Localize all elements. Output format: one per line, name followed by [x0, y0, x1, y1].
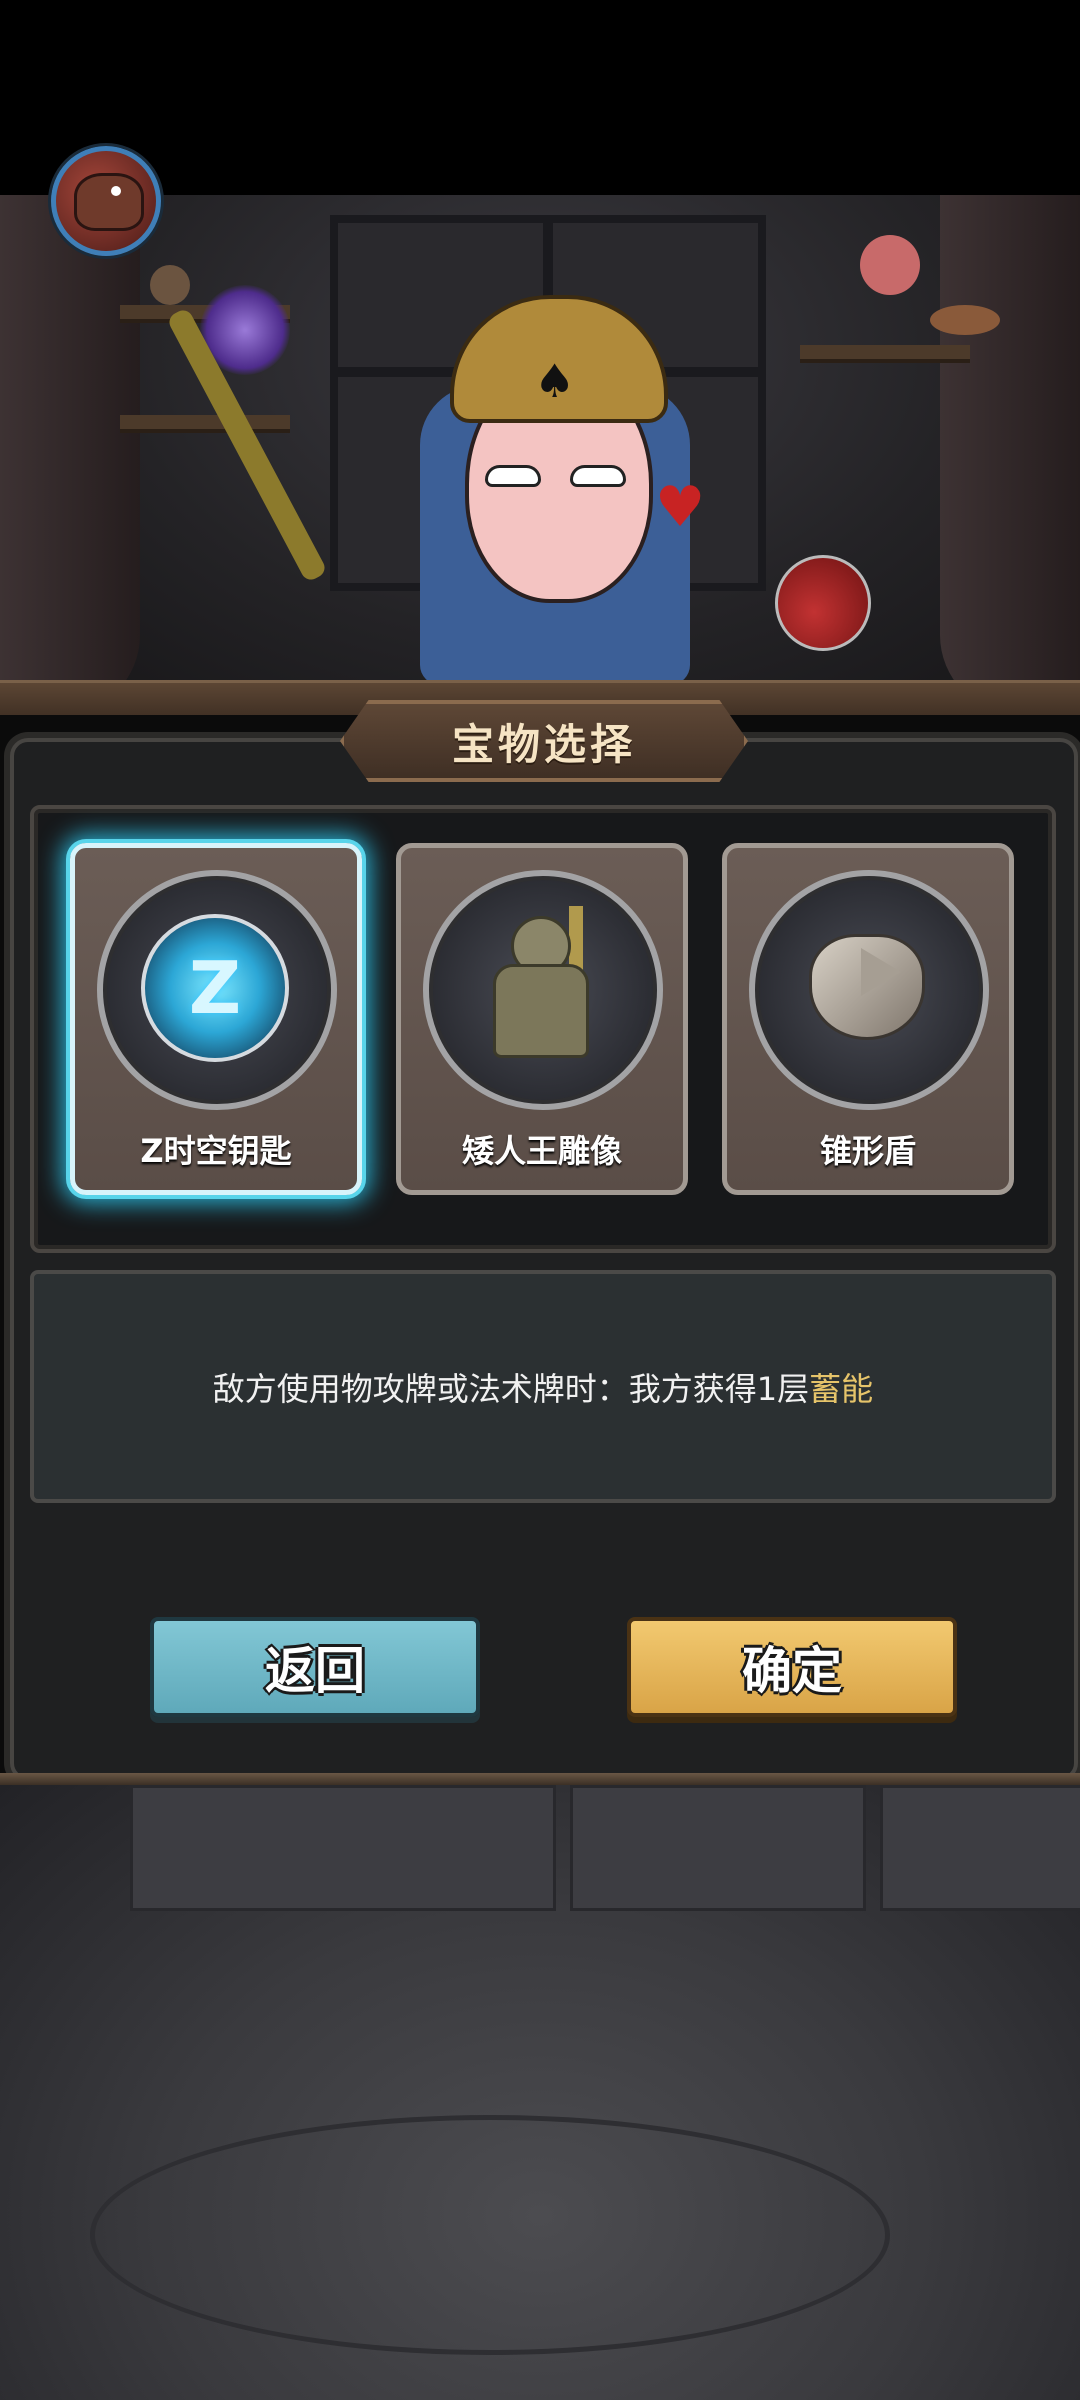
top-black-bar: [0, 0, 1080, 195]
time-key-icon: [141, 914, 289, 1062]
floor-circle-mark: [90, 2115, 890, 2355]
treasure-icon-circle: [423, 870, 663, 1110]
confirm-button[interactable]: 确定: [627, 1617, 957, 1717]
treasure-name: 锥形盾: [819, 1132, 916, 1170]
treasure-card-cone-shield[interactable]: 锥形盾: [722, 843, 1014, 1195]
treasure-name: 矮人王雕像: [461, 1132, 622, 1170]
hanging-drumstick-icon: [930, 305, 1000, 335]
heart-icon: ♥: [655, 475, 706, 540]
wall-block: [880, 1785, 1080, 1911]
confirm-button-label: 确定: [742, 1642, 842, 1700]
left-shelf-lower: [120, 415, 290, 433]
hanging-meat-icon: [860, 235, 920, 295]
panel-bottom-border: [0, 1773, 1080, 1785]
treasure-description: 敌方使用物攻牌或法术牌时：我方获得1层蓄能: [213, 1364, 873, 1410]
wall-block: [130, 1785, 556, 1911]
treasure-card-time-key[interactable]: Z时空钥匙: [70, 843, 362, 1195]
shopkeeper-right-eye: [570, 465, 626, 487]
right-curtain: [940, 195, 1080, 715]
shelf-jar: [150, 265, 190, 305]
back-button[interactable]: 返回: [150, 1617, 480, 1717]
treasure-name: Z时空钥匙: [140, 1132, 292, 1170]
left-curtain: [0, 195, 140, 715]
description-text: 敌方使用物攻牌或法术牌时：我方获得1层: [212, 1369, 810, 1408]
panel-title: 宝物选择: [451, 719, 636, 769]
player-avatar[interactable]: [51, 146, 161, 256]
shopkeeper-crown-icon: [450, 295, 668, 423]
treasure-description-box: 敌方使用物攻牌或法术牌时：我方获得1层蓄能: [30, 1270, 1056, 1503]
back-button-label: 返回: [265, 1642, 365, 1700]
treasure-card-dwarf-statue[interactable]: 矮人王雕像: [396, 843, 688, 1195]
wall-block: [570, 1785, 866, 1911]
potion-flask-icon: [775, 555, 871, 651]
shopkeeper-left-eye: [485, 465, 541, 487]
shopkeeper-character: ♥: [410, 295, 705, 695]
shop-scene-background: ♥: [0, 195, 1080, 715]
dungeon-floor-background: [0, 1785, 1080, 2400]
treasure-icon-circle: [749, 870, 989, 1110]
panel-title-plate: 宝物选择: [340, 700, 748, 782]
right-shelf: [800, 345, 970, 363]
dwarf-king-statue-icon: [481, 906, 593, 1058]
cone-shield-icon: [799, 918, 929, 1048]
description-keyword: 蓄能: [809, 1369, 874, 1408]
monster-portrait-icon: [74, 173, 144, 231]
treasure-icon-circle: [97, 870, 337, 1110]
